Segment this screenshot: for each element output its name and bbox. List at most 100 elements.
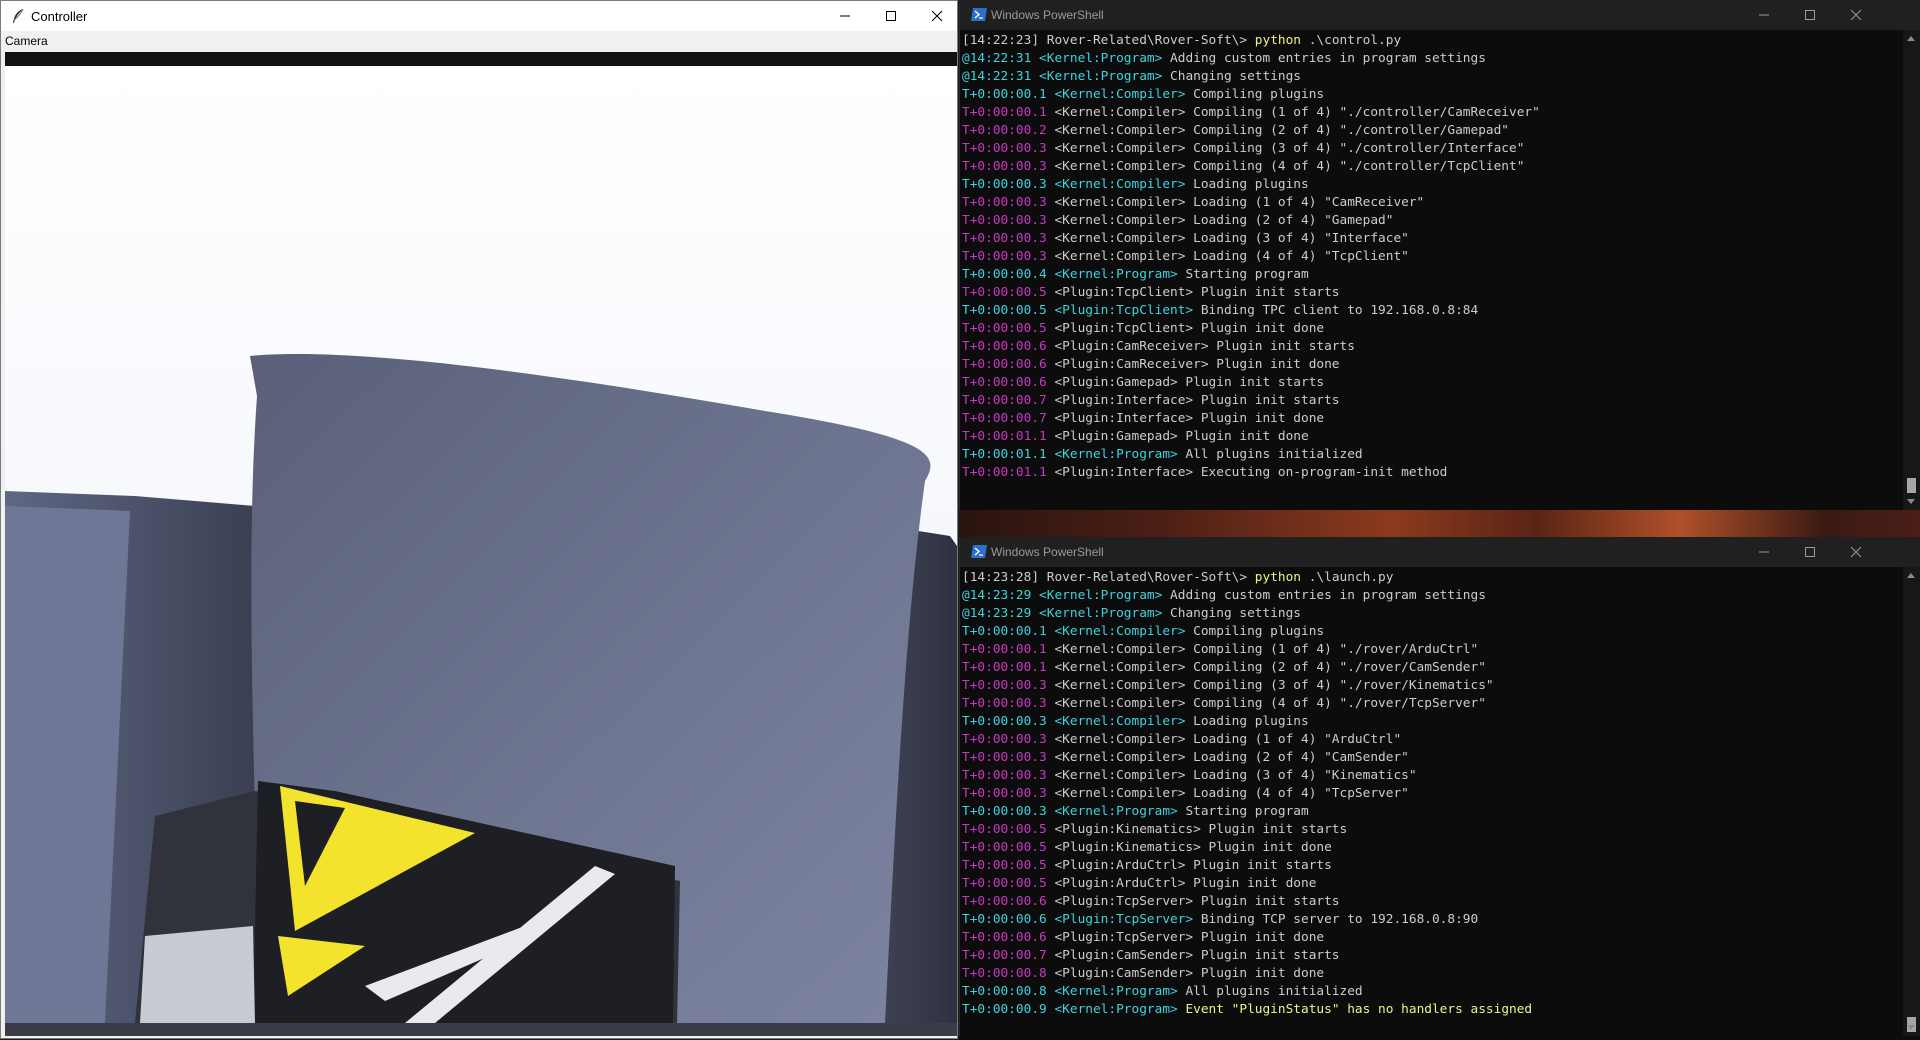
terminal-line: T+0:00:00.5 <Plugin:TcpClient> Plugin in… <box>962 320 1902 338</box>
terminal-line: T+0:00:00.8 <Kernel:Program> All plugins… <box>962 983 1902 1001</box>
terminal-line: T+0:00:00.3 <Kernel:Compiler> Loading (2… <box>962 749 1902 767</box>
scroll-thumb[interactable] <box>1907 478 1916 493</box>
powershell-title-top: Windows PowerShell <box>991 8 1104 22</box>
terminal-text: T+0:00:00.6 <box>962 357 1047 372</box>
terminal-output-bottom[interactable]: [14:23:28] Rover-Related\Rover-Soft\> py… <box>962 569 1902 1019</box>
terminal-text: @14:23:29 <Kernel:Program> <box>962 588 1163 603</box>
terminal-text: Starting program <box>1177 804 1309 819</box>
powershell-titlebar-top[interactable]: Windows PowerShell <box>960 0 1920 30</box>
terminal-text: <Kernel:Compiler> Loading (1 of 4) "CamR… <box>1046 195 1425 210</box>
terminal-line: T+0:00:00.1 <Kernel:Compiler> Compiling … <box>962 623 1902 641</box>
scrollbar-top[interactable] <box>1903 30 1920 510</box>
controller-titlebar[interactable]: Controller <box>1 1 957 31</box>
terminal-line: T+0:00:01.1 <Kernel:Program> All plugins… <box>962 446 1902 464</box>
terminal-text: <Plugin:CamSender> Plugin init starts <box>1046 948 1340 963</box>
terminal-text: T+0:00:00.3 <box>962 786 1047 801</box>
terminal-line: T+0:00:00.8 <Plugin:CamSender> Plugin in… <box>962 965 1902 983</box>
minimize-button[interactable] <box>822 1 868 31</box>
close-icon <box>931 10 943 22</box>
terminal-line: T+0:00:00.6 <Plugin:CamReceiver> Plugin … <box>962 356 1902 374</box>
terminal-text: T+0:00:00.3 <box>962 213 1047 228</box>
terminal-line: T+0:00:00.3 <Kernel:Compiler> Loading (4… <box>962 785 1902 803</box>
terminal-line: T+0:00:00.7 <Plugin:CamSender> Plugin in… <box>962 947 1902 965</box>
terminal-line: T+0:00:00.7 <Plugin:Interface> Plugin in… <box>962 392 1902 410</box>
terminal-text: All plugins initialized <box>1177 984 1363 999</box>
terminal-text: T+0:00:00.6 <box>962 339 1047 354</box>
menu-bar: Camera <box>1 31 957 51</box>
scroll-down-icon[interactable] <box>1907 499 1915 504</box>
terminal-line: T+0:00:00.3 <Kernel:Compiler> Compiling … <box>962 140 1902 158</box>
terminal-line: T+0:00:00.4 <Kernel:Program> Starting pr… <box>962 266 1902 284</box>
terminal-line: T+0:00:00.3 <Kernel:Compiler> Compiling … <box>962 695 1902 713</box>
terminal-text: Event "PluginStatus" has no handlers ass… <box>1177 1002 1533 1017</box>
terminal-text: Binding TCP server to 192.168.0.8:90 <box>1193 912 1479 927</box>
terminal-text: <Plugin:Interface> Executing on-program-… <box>1046 465 1448 480</box>
terminal-text: T+0:00:00.3 <Kernel:Compiler> <box>962 714 1186 729</box>
scrollbar-bottom[interactable] <box>1903 567 1920 1036</box>
scroll-up-icon[interactable] <box>1907 36 1915 41</box>
terminal-line: T+0:00:00.5 <Plugin:ArduCtrl> Plugin ini… <box>962 857 1902 875</box>
terminal-text: T+0:00:01.1 <box>962 465 1047 480</box>
terminal-text: <Plugin:Gamepad> Plugin init done <box>1046 429 1309 444</box>
controller-title: Controller <box>31 9 88 24</box>
terminal-line: T+0:00:00.3 <Kernel:Compiler> Loading (3… <box>962 767 1902 785</box>
terminal-text: T+0:00:00.5 <box>962 285 1047 300</box>
terminal-text: T+0:00:00.7 <box>962 411 1047 426</box>
terminal-line: [14:22:23] Rover-Related\Rover-Soft\> py… <box>962 32 1902 50</box>
terminal-text: Starting program <box>1177 267 1309 282</box>
maximize-button[interactable] <box>868 1 914 31</box>
terminal-text: T+0:00:00.5 <box>962 822 1047 837</box>
scroll-down-icon[interactable] <box>1907 1025 1915 1030</box>
minimize-button-bottom[interactable] <box>1741 537 1787 567</box>
camera-image <box>5 66 957 1023</box>
minimize-icon <box>1759 551 1769 553</box>
terminal-text: @14:22:31 <Kernel:Program> <box>962 51 1163 66</box>
close-icon <box>1850 546 1862 558</box>
terminal-text: <Plugin:Kinematics> Plugin init starts <box>1046 822 1348 837</box>
terminal-text: T+0:00:00.8 <Kernel:Program> <box>962 984 1178 999</box>
terminal-text: T+0:00:01.1 <box>962 429 1047 444</box>
terminal-line: @14:23:29 <Kernel:Program> Changing sett… <box>962 605 1902 623</box>
terminal-text: <Plugin:CamReceiver> Plugin init starts <box>1046 339 1355 354</box>
minimize-icon <box>840 15 850 17</box>
scroll-up-icon[interactable] <box>1907 573 1915 578</box>
camera-feed <box>5 66 957 1023</box>
terminal-text: T+0:00:00.2 <box>962 123 1047 138</box>
terminal-text: Changing settings <box>1162 606 1302 621</box>
powershell-titlebar-bottom[interactable]: Windows PowerShell <box>960 537 1920 567</box>
terminal-text: <Kernel:Compiler> Compiling (2 of 4) "./… <box>1046 123 1510 138</box>
camera-bottom-strip <box>5 1023 957 1036</box>
terminal-text: <Plugin:TcpServer> Plugin init starts <box>1046 894 1340 909</box>
terminal-line: T+0:00:00.3 <Kernel:Compiler> Loading (4… <box>962 248 1902 266</box>
terminal-text: <Kernel:Compiler> Loading (3 of 4) "Inte… <box>1046 231 1409 246</box>
terminal-text: [14:22:23] Rover-Related\Rover-Soft\> <box>962 33 1255 48</box>
terminal-line: T+0:00:00.6 <Plugin:TcpServer> Plugin in… <box>962 893 1902 911</box>
terminal-text: T+0:00:00.3 <Kernel:Compiler> <box>962 177 1186 192</box>
terminal-text: Adding custom entries in program setting… <box>1162 51 1486 66</box>
minimize-button-top[interactable] <box>1741 0 1787 30</box>
maximize-button-top[interactable] <box>1787 0 1833 30</box>
terminal-output-top[interactable]: [14:22:23] Rover-Related\Rover-Soft\> py… <box>962 32 1902 482</box>
menu-camera[interactable]: Camera <box>5 34 48 48</box>
terminal-text: T+0:00:00.3 <box>962 249 1047 264</box>
terminal-text: T+0:00:00.5 <box>962 876 1047 891</box>
terminal-text: <Plugin:TcpClient> Plugin init starts <box>1046 285 1340 300</box>
powershell-icon <box>971 8 987 21</box>
terminal-text: Changing settings <box>1162 69 1302 84</box>
terminal-text: <Plugin:Interface> Plugin init starts <box>1046 393 1340 408</box>
terminal-line: T+0:00:00.1 <Kernel:Compiler> Compiling … <box>962 659 1902 677</box>
terminal-line: T+0:00:00.6 <Plugin:TcpServer> Binding T… <box>962 911 1902 929</box>
terminal-text: T+0:00:00.1 <box>962 660 1047 675</box>
close-button-bottom[interactable] <box>1833 537 1879 567</box>
close-button[interactable] <box>914 1 960 31</box>
close-button-top[interactable] <box>1833 0 1879 30</box>
maximize-button-bottom[interactable] <box>1787 537 1833 567</box>
terminal-text: <Plugin:Interface> Plugin init done <box>1046 411 1325 426</box>
terminal-line: @14:22:31 <Kernel:Program> Adding custom… <box>962 50 1902 68</box>
terminal-text: <Kernel:Compiler> Compiling (1 of 4) "./… <box>1046 105 1540 120</box>
terminal-line: [14:23:28] Rover-Related\Rover-Soft\> py… <box>962 569 1902 587</box>
minimize-icon <box>1759 14 1769 16</box>
desktop-wallpaper-strip <box>960 510 1920 538</box>
terminal-text: T+0:00:00.1 <box>962 642 1047 657</box>
terminal-text: T+0:00:00.1 <box>962 105 1047 120</box>
